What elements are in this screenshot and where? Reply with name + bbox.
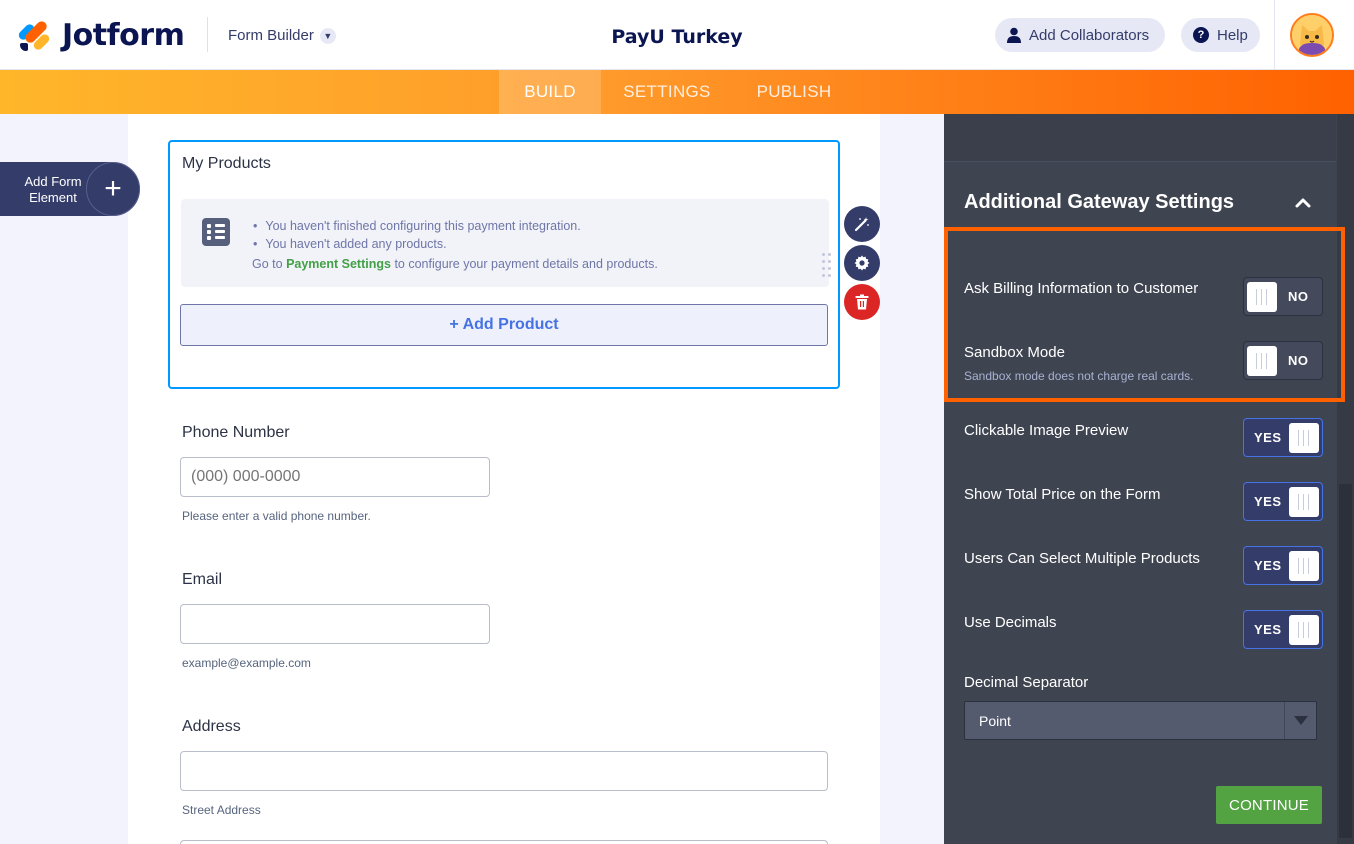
toggle-state: NO (1288, 353, 1309, 368)
toggle-knob (1247, 346, 1277, 376)
avatar[interactable] (1290, 13, 1334, 57)
user-icon (1007, 27, 1021, 43)
street-address-input[interactable] (180, 751, 828, 791)
setting-label-sandbox: Sandbox Mode (964, 344, 1065, 361)
toggle-state: NO (1288, 289, 1309, 304)
tab-build[interactable]: BUILD (499, 70, 601, 114)
setting-label-ask-billing: Ask Billing Information to Customer (964, 280, 1199, 297)
select-divider (1284, 702, 1285, 739)
continue-button[interactable]: CONTINUE (1216, 786, 1322, 824)
plus-icon: + (86, 162, 140, 216)
toggle-knob (1289, 551, 1319, 581)
chevron-up-icon[interactable] (1294, 194, 1312, 212)
notice-item: You haven't added any products. (265, 235, 581, 253)
toggle-knob (1289, 487, 1319, 517)
form-builder-dropdown[interactable]: Form Builder ▼ (228, 27, 336, 44)
email-hint: example@example.com (182, 656, 311, 670)
help-button[interactable]: ? Help (1181, 18, 1260, 52)
tab-publish[interactable]: PUBLISH (740, 70, 848, 114)
notice-foot-prefix: Go to (252, 257, 283, 271)
setting-label-multiple-products: Users Can Select Multiple Products (964, 550, 1200, 567)
address-line2-input[interactable] (180, 840, 828, 844)
decimal-separator-label: Decimal Separator (964, 674, 1089, 691)
header-divider-right (1274, 0, 1275, 70)
tab-settings[interactable]: SETTINGS (612, 70, 722, 114)
toggle-knob (1289, 615, 1319, 645)
help-label: Help (1217, 26, 1248, 44)
ask-billing-toggle[interactable]: NO (1243, 277, 1323, 316)
use-decimals-toggle[interactable]: YES (1243, 610, 1323, 649)
phone-input[interactable] (180, 457, 490, 497)
panel-top-section (944, 114, 1336, 162)
notice-footer: Go to Payment Settings to configure your… (252, 257, 658, 271)
form-title[interactable]: PayU Turkey (577, 26, 777, 48)
drag-handle[interactable] (822, 253, 834, 277)
toggle-knob (1289, 423, 1319, 453)
main-tab-bar: BUILD SETTINGS PUBLISH (0, 70, 1354, 114)
jotform-logo[interactable]: Jotform (16, 18, 185, 53)
trash-icon[interactable] (844, 284, 880, 320)
products-title: My Products (182, 155, 271, 172)
help-icon: ? (1193, 27, 1209, 43)
payment-settings-link[interactable]: Payment Settings (286, 257, 391, 271)
address-label: Address (182, 718, 241, 735)
email-input[interactable] (180, 604, 490, 644)
checklist-icon (202, 218, 230, 246)
image-preview-toggle[interactable]: YES (1243, 418, 1323, 457)
jotform-logo-icon (16, 18, 52, 53)
form-builder-label: Form Builder (228, 27, 314, 44)
header-divider (207, 17, 208, 52)
wand-icon[interactable] (844, 206, 880, 242)
notice-foot-suffix: to configure your payment details and pr… (394, 257, 658, 271)
gear-icon[interactable] (844, 245, 880, 281)
street-address-hint: Street Address (182, 803, 261, 817)
notice-list: You haven't finished configuring this pa… (265, 217, 581, 253)
top-header: Jotform Form Builder ▼ PayU Turkey Add C… (0, 0, 1354, 70)
toggle-state: YES (1254, 430, 1282, 445)
setting-label-image-preview: Clickable Image Preview (964, 422, 1129, 439)
phone-hint: Please enter a valid phone number. (182, 509, 371, 523)
payment-config-notice: You haven't finished configuring this pa… (181, 199, 829, 287)
decimal-separator-select[interactable]: Point (964, 701, 1317, 740)
add-collaborators-label: Add Collaborators (1029, 26, 1150, 44)
setting-label-total-price: Show Total Price on the Form (964, 486, 1161, 503)
setting-sub-sandbox: Sandbox mode does not charge real cards. (964, 369, 1194, 383)
products-field[interactable]: My Products You haven't finished configu… (168, 140, 840, 389)
total-price-toggle[interactable]: YES (1243, 482, 1323, 521)
toggle-state: YES (1254, 558, 1282, 573)
caret-down-icon (1294, 716, 1308, 725)
add-product-button[interactable]: + Add Product (180, 304, 828, 346)
notice-item: You haven't finished configuring this pa… (265, 217, 580, 235)
toggle-state: YES (1254, 622, 1282, 637)
add-form-element-button[interactable]: Add Form Element + (0, 162, 140, 216)
add-form-element-label: Add Form Element (24, 174, 82, 205)
phone-label: Phone Number (182, 424, 290, 441)
add-collaborators-button[interactable]: Add Collaborators (995, 18, 1165, 52)
multiple-products-toggle[interactable]: YES (1243, 546, 1323, 585)
chevron-down-icon: ▼ (319, 27, 336, 44)
decimal-separator-value: Point (979, 713, 1011, 729)
setting-label-decimals: Use Decimals (964, 614, 1057, 631)
additional-gateway-settings-title: Additional Gateway Settings (964, 191, 1235, 213)
avatar-cat-icon (1292, 15, 1332, 55)
toggle-knob (1247, 282, 1277, 312)
sandbox-mode-toggle[interactable]: NO (1243, 341, 1323, 380)
email-label: Email (182, 571, 223, 588)
toggle-state: YES (1254, 494, 1282, 509)
panel-scrollbar-thumb[interactable] (1339, 484, 1352, 838)
logo-text: Jotform (62, 18, 185, 53)
